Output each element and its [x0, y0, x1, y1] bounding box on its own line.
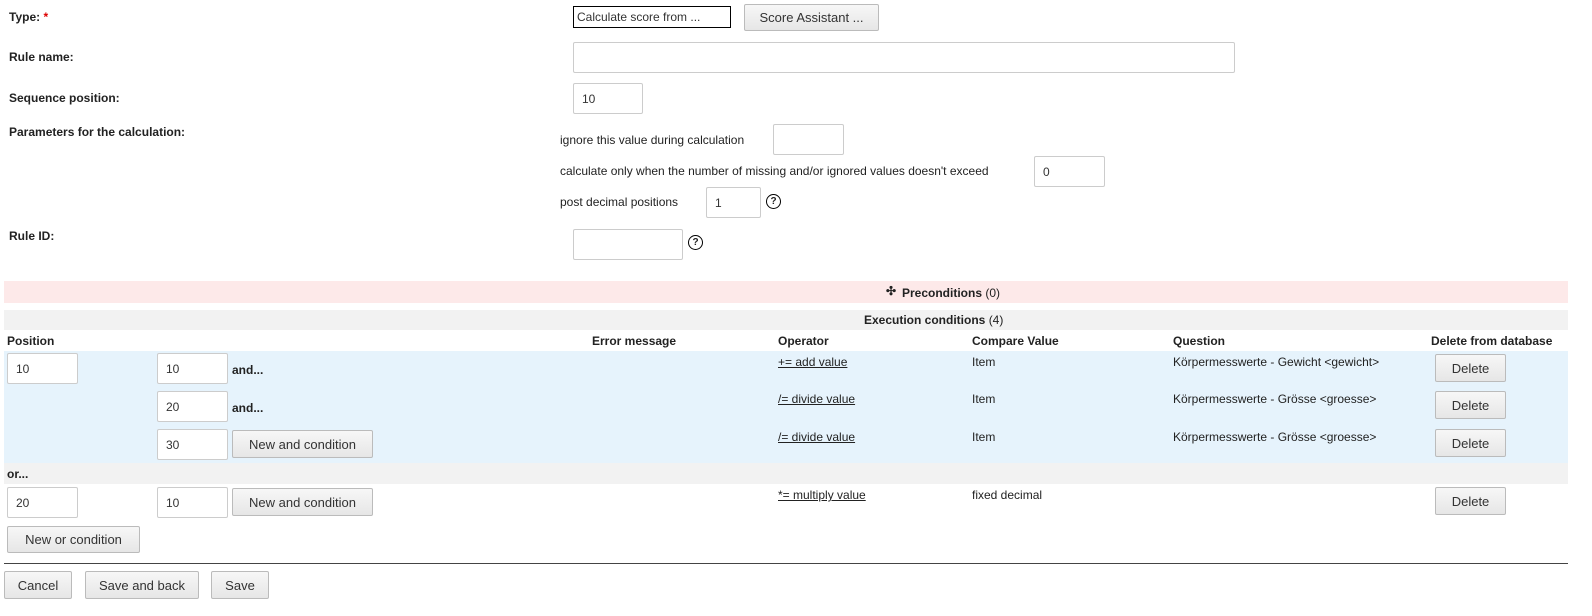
- cancel-button[interactable]: Cancel: [4, 571, 72, 599]
- compare-value: Item: [972, 430, 996, 444]
- and-label: and...: [232, 363, 264, 377]
- and-label: and...: [232, 401, 264, 415]
- rule-id-label: Rule ID:: [9, 229, 55, 243]
- sequence-input[interactable]: [573, 83, 643, 114]
- or-separator: or...: [4, 463, 1568, 484]
- params-label: Parameters for the calculation:: [9, 125, 186, 139]
- question: Körpermesswerte - Grösse <groesse>: [1173, 392, 1377, 406]
- or-label: or...: [7, 467, 29, 481]
- type-label-text: Type:: [9, 10, 41, 24]
- compare-value: Item: [972, 392, 996, 406]
- rule-name-input[interactable]: [573, 42, 1235, 73]
- execution-header: Execution conditions (4): [4, 310, 1568, 330]
- row-position-input[interactable]: [157, 487, 228, 518]
- missing-input[interactable]: [1034, 156, 1105, 187]
- operator-link[interactable]: *= multiply value: [778, 488, 866, 502]
- group-position-input[interactable]: [7, 353, 78, 384]
- save-button[interactable]: Save: [211, 571, 269, 599]
- decimal-input[interactable]: [706, 187, 761, 218]
- help-icon[interactable]: ?: [766, 194, 781, 209]
- delete-button[interactable]: Delete: [1435, 429, 1506, 457]
- delete-button[interactable]: Delete: [1435, 354, 1506, 382]
- execution-title: Execution conditions (4): [864, 313, 1004, 327]
- ignore-input[interactable]: [773, 124, 844, 155]
- type-select[interactable]: Calculate score from ...: [573, 6, 731, 28]
- row-position-input[interactable]: [157, 429, 228, 460]
- divider: [4, 563, 1568, 564]
- delete-button[interactable]: Delete: [1435, 487, 1506, 515]
- save-and-back-button[interactable]: Save and back: [85, 571, 199, 599]
- question: Körpermesswerte - Gewicht <gewicht>: [1173, 355, 1380, 369]
- row-position-input[interactable]: [157, 353, 228, 384]
- col-error: Error message: [592, 334, 677, 348]
- col-position: Position: [7, 334, 55, 348]
- help-icon[interactable]: ?: [688, 235, 703, 250]
- new-and-condition-button[interactable]: New and condition: [232, 430, 373, 458]
- col-question: Question: [1173, 334, 1226, 348]
- col-operator: Operator: [778, 334, 829, 348]
- ignore-text: ignore this value during calculation: [560, 133, 745, 147]
- required-mark: *: [43, 10, 49, 24]
- missing-text: calculate only when the number of missin…: [560, 164, 989, 178]
- score-assistant-button[interactable]: Score Assistant ...: [744, 4, 879, 31]
- new-and-condition-button[interactable]: New and condition: [232, 488, 373, 516]
- decimal-text: post decimal positions: [560, 195, 679, 209]
- rule-id-input[interactable]: [573, 229, 683, 260]
- compare-value: Item: [972, 355, 996, 369]
- delete-button[interactable]: Delete: [1435, 391, 1506, 419]
- type-label: Type: *: [9, 10, 48, 24]
- row-position-input[interactable]: [157, 391, 228, 422]
- operator-link[interactable]: /= divide value: [778, 392, 855, 406]
- question: Körpermesswerte - Grösse <groesse>: [1173, 430, 1377, 444]
- col-compare: Compare Value: [972, 334, 1059, 348]
- sequence-label: Sequence position:: [9, 91, 120, 105]
- new-or-condition-button[interactable]: New or condition: [7, 526, 140, 553]
- plus-icon: ✣: [886, 284, 897, 298]
- preconditions-title: Preconditions (0): [902, 286, 1001, 300]
- compare-value: fixed decimal: [972, 488, 1043, 502]
- col-delete: Delete from database: [1431, 334, 1553, 348]
- group-position-input[interactable]: [7, 487, 78, 518]
- rule-name-label: Rule name:: [9, 50, 74, 64]
- preconditions-bar[interactable]: ✣ Preconditions (0): [4, 281, 1568, 303]
- operator-link[interactable]: /= divide value: [778, 430, 855, 444]
- operator-link[interactable]: += add value: [778, 355, 847, 369]
